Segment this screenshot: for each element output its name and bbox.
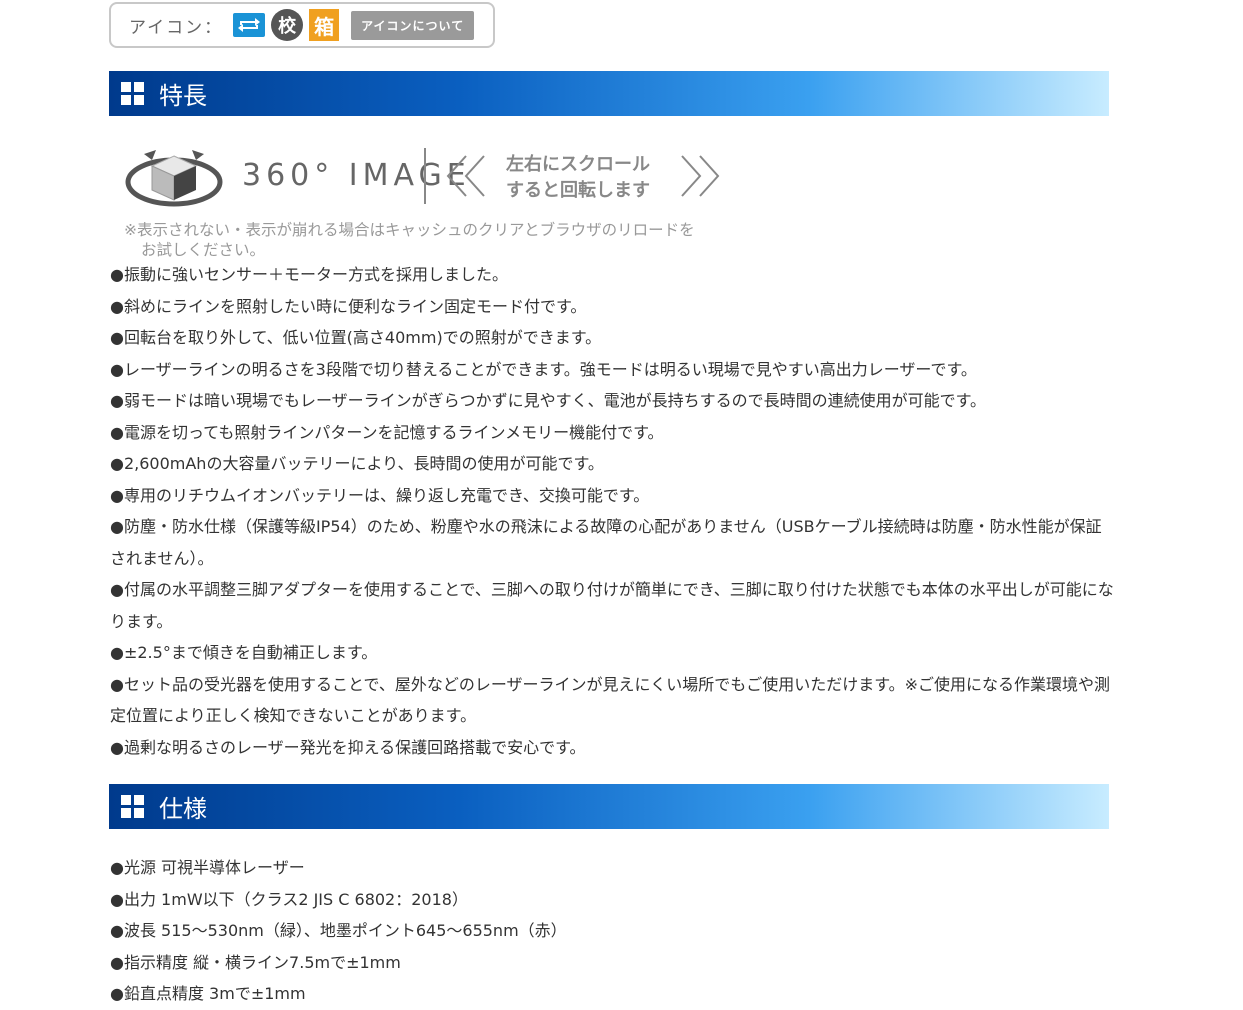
list-item: ●鉛直点精度 3mで±1mm	[110, 984, 306, 1003]
list-item: ●過剰な明るさのレーザー発光を抑える保護回路搭載で安心です。	[110, 737, 586, 757]
banner-note: ※表示されない・表示が崩れる場合はキャッシュのクリアとブラウザのリロードを お試…	[124, 220, 695, 260]
icon-legend-label: アイコン：	[129, 17, 224, 38]
list-item: ●付属の水平調整三脚アダプターを使用することで、三脚への取り付けが簡単にでき、三…	[110, 580, 1114, 631]
icon-legend: アイコン： 校 箱 アイコンについて	[109, 2, 495, 48]
banner-divider	[424, 148, 426, 204]
cube-rotate-icon	[125, 150, 223, 207]
banner-note-line2: お試しください。	[141, 241, 266, 259]
specs-heading-bar: 仕様	[109, 784, 1109, 829]
list-item: ●電源を切っても照射ラインパターンを記憶するラインメモリー機能付です。	[110, 422, 664, 442]
banner-scroll-hint: 左右にスクロール すると回転します	[506, 152, 650, 204]
list-item: ●弱モードは暗い現場でもレーザーラインがぎらつかずに見やすく、電池が長持ちするの…	[110, 391, 987, 410]
list-item: ●斜めにラインを照射したい時に便利なライン固定モード付です。	[110, 296, 587, 316]
list-item: ●±2.5°まで傾きを自動補正します。	[110, 643, 378, 662]
specs-list: ●光源 可視半導体レーザー ●出力 1mW以下（クラス2 JIS C 6802：…	[110, 852, 1115, 1010]
chevron-left-icon	[446, 155, 485, 197]
banner-title: 360° IMAGE	[242, 158, 471, 193]
banner-scroll-line1: 左右にスクロール	[506, 154, 650, 175]
list-item: ●光源 可視半導体レーザー	[110, 858, 305, 877]
list-item: ●防塵・防水仕様（保護等級IP54）のため、粉塵や水の飛沫による故障の心配があり…	[110, 517, 1102, 568]
list-item: ●回転台を取り外して、低い位置(高さ40mm)での照射ができます。	[110, 328, 602, 347]
list-item: ●2,600mAhの大容量バッテリーにより、長時間の使用が可能です。	[110, 454, 604, 473]
list-item: ●指示精度 縦・横ライン7.5mで±1mm	[110, 952, 401, 972]
list-item: ●レーザーラインの明るさを3段階で切り替えることができます。強モードは明るい現場…	[110, 359, 977, 379]
features-list: ●振動に強いセンサー＋モーター方式を採用しました。 ●斜めにラインを照射したい時…	[110, 259, 1115, 763]
chevron-right-icon	[681, 155, 720, 197]
list-item: ●振動に強いセンサー＋モーター方式を採用しました。	[110, 265, 508, 284]
grid-icon	[121, 794, 145, 819]
list-item: ●波長 515～530nm（緑）、地墨ポイント645～655nm（赤）	[110, 921, 567, 940]
list-item: ●出力 1mW以下（クラス2 JIS C 6802：2018）	[110, 889, 468, 909]
features-heading-bar: 特長	[109, 71, 1109, 116]
box-icon: 箱	[309, 9, 340, 41]
list-item: ●専用のリチウムイオンバッテリーは、繰り返し充電でき、交換可能です。	[110, 485, 650, 505]
features-heading: 特長	[159, 82, 207, 110]
grid-icon	[121, 81, 145, 106]
proofread-icon: 校	[271, 9, 304, 41]
list-item: ●セット品の受光器を使用することで、屋外などのレーザーラインが見えにくい場所でも…	[110, 674, 1111, 726]
rotate-360-banner[interactable]: 360° IMAGE 左右にスクロール すると回転します ※表示されない・表示が…	[124, 140, 724, 260]
specs-heading: 仕様	[159, 795, 207, 823]
about-icons-button[interactable]: アイコンについて	[351, 10, 475, 40]
banner-note-line1: ※表示されない・表示が崩れる場合はキャッシュのクリアとブラウザのリロードを	[124, 221, 695, 239]
banner-scroll-line2: すると回転します	[506, 180, 650, 201]
refresh-icon	[233, 13, 266, 37]
